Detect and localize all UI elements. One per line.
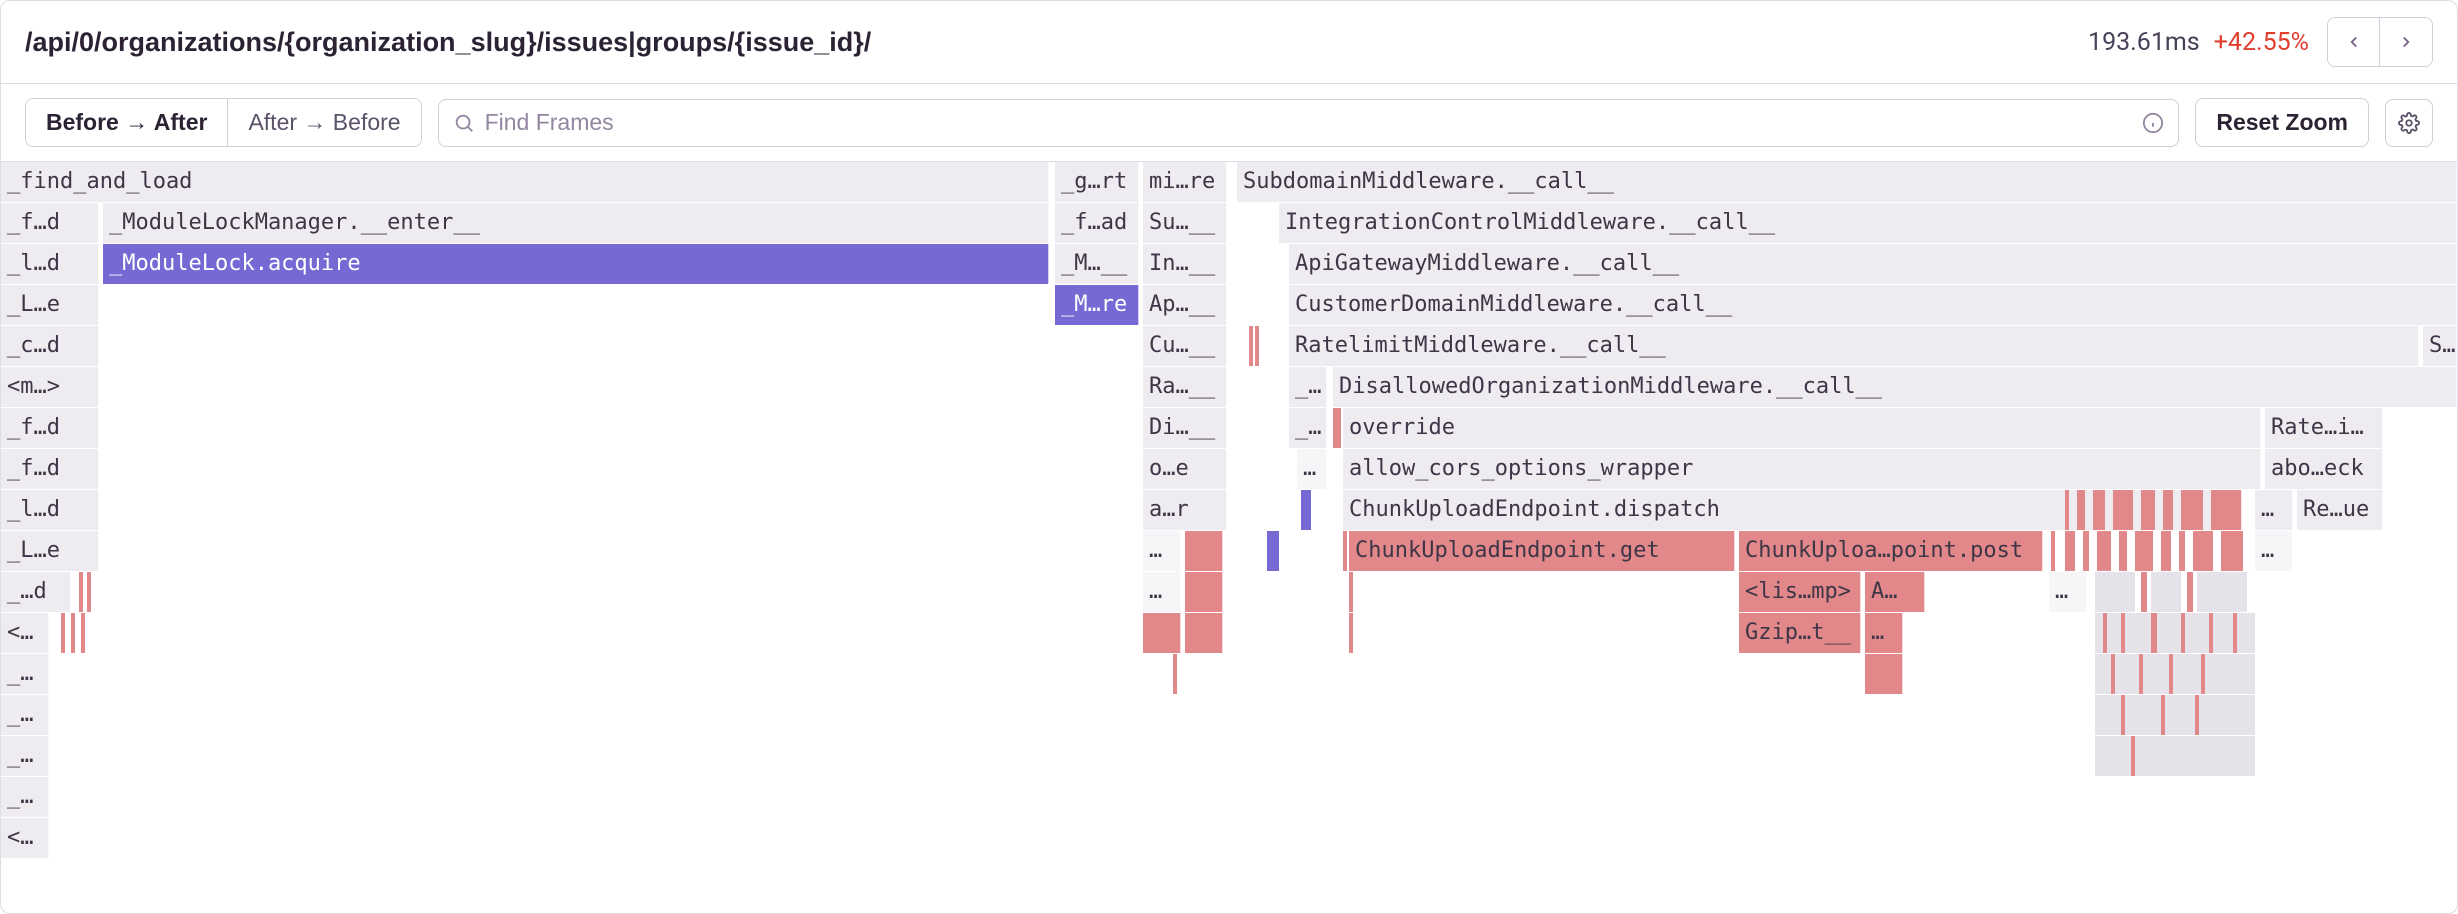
chevron-right-icon <box>2397 33 2415 51</box>
flame-frame[interactable]: ChunkUploadEndpoint.get <box>1349 531 1735 571</box>
flame-frame[interactable]: _l…d <box>1 244 99 284</box>
flame-frame[interactable] <box>1185 531 1223 571</box>
time-delta: +42.55% <box>2214 28 2309 57</box>
flame-frame[interactable]: _g…rt <box>1055 162 1139 202</box>
flame-frame[interactable]: <m…> <box>1 367 99 407</box>
before-after-button[interactable]: Before → After <box>26 99 228 146</box>
flame-frame[interactable]: _… <box>1289 408 1327 448</box>
search-icon <box>453 112 475 134</box>
flame-frame[interactable]: _…d <box>1 572 71 612</box>
flame-frame[interactable]: _f…ad <box>1055 203 1139 243</box>
flame-frame[interactable]: _l…d <box>1 490 99 530</box>
search-input[interactable] <box>483 108 2143 137</box>
search-input-wrap <box>438 99 2180 147</box>
flame-frame[interactable]: In…__ <box>1143 244 1227 284</box>
flame-frame[interactable]: Re…ue <box>2297 490 2383 530</box>
flame-frame[interactable]: … <box>1143 572 1181 612</box>
flame-frame[interactable]: CustomerDomainMiddleware.__call__ <box>1289 285 2457 325</box>
flame-frame[interactable]: S… <box>2423 326 2457 366</box>
flame-frame[interactable]: _M…__ <box>1055 244 1139 284</box>
flame-frame[interactable]: Cu…__ <box>1143 326 1227 366</box>
flame-frame[interactable]: allow_cors_options_wrapper <box>1343 449 2261 489</box>
flame-frame[interactable]: ChunkUploa…point.post <box>1739 531 2043 571</box>
flame-frame[interactable]: _… <box>1289 367 1327 407</box>
flame-frame[interactable]: Gzip…t__ <box>1739 613 1861 653</box>
flame-frame[interactable]: Su…__ <box>1143 203 1227 243</box>
flame-frame[interactable]: mi…re <box>1143 162 1227 202</box>
reset-zoom-button[interactable]: Reset Zoom <box>2195 98 2369 147</box>
flame-frame[interactable]: <lis…mp> <box>1739 572 1861 612</box>
settings-button[interactable] <box>2385 99 2433 147</box>
flame-frame[interactable]: Rate…iew <box>2265 408 2383 448</box>
nav-arrows <box>2327 17 2433 67</box>
flame-frame[interactable]: _ModuleLockManager.__enter__ <box>103 203 1049 243</box>
flame-frame[interactable]: _… <box>1 736 49 776</box>
flame-frame[interactable]: … <box>2255 490 2293 530</box>
flame-frame[interactable]: ChunkUploadEndpoint.dispatch <box>1343 490 2243 530</box>
next-button[interactable] <box>2380 18 2432 66</box>
flame-frame[interactable]: _L…e <box>1 285 99 325</box>
flame-frame[interactable]: … <box>1143 531 1181 571</box>
flame-frame[interactable]: … <box>1297 449 1327 489</box>
gear-icon <box>2398 112 2420 134</box>
after-before-button[interactable]: After → Before <box>228 99 420 146</box>
flame-frame[interactable]: _f…d <box>1 203 99 243</box>
prev-button[interactable] <box>2328 18 2380 66</box>
endpoint-path: /api/0/organizations/{organization_slug}… <box>25 27 2088 58</box>
flame-frame[interactable]: Di…__ <box>1143 408 1227 448</box>
flame-frame[interactable]: A… <box>1865 572 1925 612</box>
flame-frame[interactable]: RatelimitMiddleware.__call__ <box>1289 326 2419 366</box>
flame-frame[interactable]: SubdomainMiddleware.__call__ <box>1237 162 2457 202</box>
flame-frame[interactable]: override <box>1343 408 2261 448</box>
flame-frame[interactable]: o…e <box>1143 449 1227 489</box>
flame-frame[interactable]: … <box>1865 613 1903 653</box>
flame-frame[interactable]: _M…re <box>1055 285 1139 325</box>
flame-frame[interactable]: _… <box>1 654 49 694</box>
flame-frame[interactable] <box>1865 654 1903 694</box>
flame-frame[interactable]: <… <box>1 818 49 858</box>
flame-frame[interactable]: … <box>2255 531 2293 571</box>
flame-frame[interactable]: DisallowedOrganizationMiddleware.__call_… <box>1333 367 2457 407</box>
flame-frame[interactable] <box>1143 613 1181 653</box>
flame-frame[interactable] <box>1185 613 1223 653</box>
total-time: 193.61ms <box>2088 28 2200 57</box>
flame-frame[interactable]: _ModuleLock.acquire <box>103 244 1049 284</box>
flame-frame[interactable]: abo…eck <box>2265 449 2383 489</box>
flame-frame[interactable]: _c…d <box>1 326 99 366</box>
info-icon[interactable] <box>2142 112 2164 134</box>
flame-frame[interactable]: _f…d <box>1 408 99 448</box>
flame-frame[interactable]: ApiGatewayMiddleware.__call__ <box>1289 244 2457 284</box>
flame-graph[interactable]: _find_and_load _f…d _ModuleLockManager._… <box>1 162 2457 913</box>
flame-frame[interactable]: _f…d <box>1 449 99 489</box>
flame-frame[interactable]: … <box>2049 572 2087 612</box>
flame-frame[interactable]: IntegrationControlMiddleware.__call__ <box>1279 203 2457 243</box>
diff-direction-toggle: Before → After After → Before <box>25 98 422 147</box>
flame-frame[interactable] <box>1185 572 1223 612</box>
chevron-left-icon <box>2345 33 2363 51</box>
flame-frame[interactable]: Ra…__ <box>1143 367 1227 407</box>
flame-frame[interactable]: _find_and_load <box>1 162 1049 202</box>
flame-frame[interactable]: _… <box>1 777 49 817</box>
flame-frame[interactable]: <… <box>1 613 49 653</box>
flame-frame[interactable]: a…r <box>1143 490 1227 530</box>
flame-frame[interactable]: _… <box>1 695 49 735</box>
flame-frame[interactable]: _L…e <box>1 531 99 571</box>
flame-frame[interactable]: Ap…__ <box>1143 285 1227 325</box>
